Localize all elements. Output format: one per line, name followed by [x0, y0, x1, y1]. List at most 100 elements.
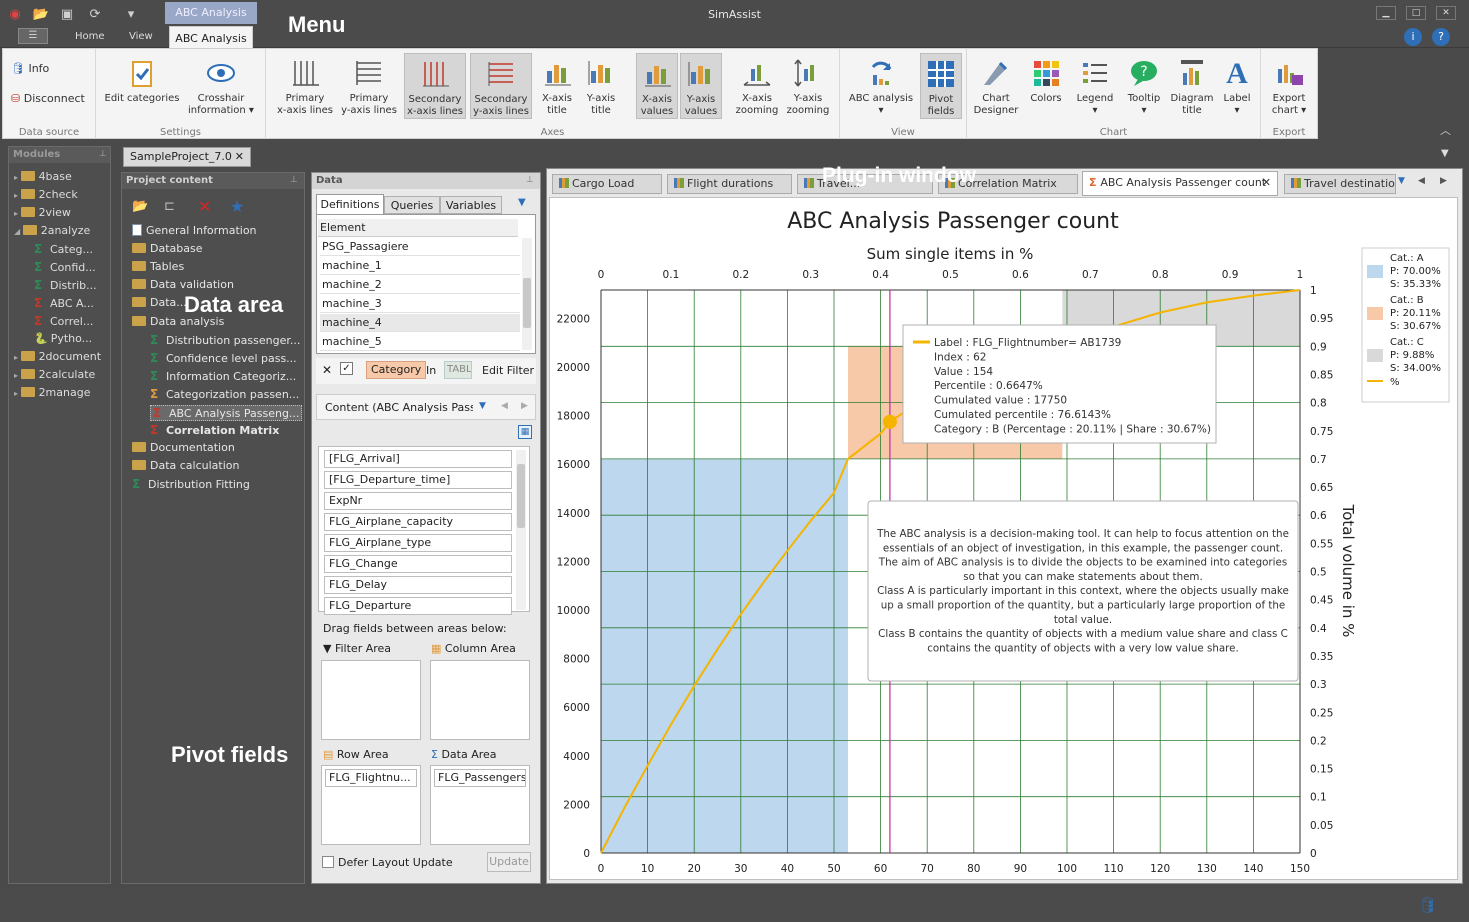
project-tree-item[interactable]: Database — [132, 242, 203, 255]
data-field-chip[interactable]: FLG_Passengers — [434, 769, 526, 787]
expand-arrow-icon[interactable]: ▸ — [14, 371, 21, 380]
pin-icon[interactable]: ⊥ — [526, 175, 534, 185]
document-tab[interactable]: Σ ABC Analysis Passenger count ✕ — [1082, 171, 1278, 196]
pivot-field-item[interactable]: FLG_Change — [324, 555, 512, 573]
tab-view[interactable]: View — [129, 31, 153, 42]
module-item[interactable]: ▸ 2check — [14, 188, 78, 201]
y-axis-zooming-button[interactable]: Y-axis zooming — [784, 53, 832, 119]
prev-icon[interactable]: ◀ — [501, 401, 508, 411]
abc-chart[interactable]: ABC Analysis Passenger count Sum single i… — [550, 198, 1459, 881]
doc-tabs-dropdown-icon[interactable]: ▼ — [1398, 176, 1405, 186]
module-item[interactable]: Σ Distrib... — [34, 278, 97, 292]
module-item[interactable]: Σ Correl... — [34, 314, 93, 328]
project-tree-item[interactable]: Σ Distribution passenger... — [150, 333, 300, 347]
field-scrollbar[interactable] — [516, 450, 526, 610]
database-status-icon[interactable]: 🛢 — [1418, 896, 1437, 914]
data-area-dropzone[interactable]: FLG_Passengers — [430, 765, 530, 845]
filter-category-chip[interactable]: Category — [366, 361, 427, 379]
module-item[interactable]: ▸ 4base — [14, 170, 72, 183]
close-icon[interactable]: ✕ — [1262, 172, 1271, 194]
project-tree-item[interactable]: Data validation — [132, 278, 234, 291]
expand-arrow-icon[interactable]: ▸ — [14, 191, 21, 200]
row-field-chip[interactable]: FLG_Flightnu... — [325, 769, 417, 787]
tab-home[interactable]: Home — [75, 31, 105, 42]
project-tree-item[interactable]: Σ Distribution Fitting — [132, 477, 250, 491]
doc-tabs-next-icon[interactable]: ▶ — [1440, 176, 1447, 186]
project-tree-item[interactable]: Σ ABC Analysis Passeng... — [150, 405, 303, 421]
pivot-field-item[interactable]: [FLG_Arrival] — [324, 450, 512, 468]
project-tree-item[interactable]: Data... — [132, 296, 187, 309]
next-icon[interactable]: ▶ — [521, 401, 528, 411]
close-icon[interactable]: ✕ — [235, 148, 244, 166]
pivot-field-item[interactable]: FLG_Delay — [324, 576, 512, 594]
label-button[interactable]: A Label ▾ — [1217, 53, 1257, 119]
primary-y-axis-lines-button[interactable]: Primary y-axis lines — [338, 53, 400, 119]
tab-abc-analysis[interactable]: ABC Analysis — [169, 26, 253, 49]
tab-variables[interactable]: Variables — [440, 196, 502, 214]
module-item[interactable]: Σ Categ... — [34, 242, 93, 256]
secondary-y-axis-lines-button[interactable]: Secondary y-axis lines — [470, 53, 532, 119]
expand-arrow-icon[interactable]: ▸ — [14, 209, 21, 218]
element-row[interactable]: machine_2 — [320, 276, 520, 294]
y-axis-title-button[interactable]: Y-axis title — [580, 53, 622, 119]
row-area-dropzone[interactable]: FLG_Flightnu... — [321, 765, 421, 845]
expand-arrow-icon[interactable]: ▸ — [14, 173, 21, 182]
element-row[interactable]: machine_4 — [320, 314, 520, 332]
export-chart-button[interactable]: Export chart ▾ — [1265, 53, 1313, 119]
project-tree-item[interactable]: Σ Correlation Matrix — [150, 423, 279, 437]
element-row[interactable]: machine_5 — [320, 333, 520, 351]
diagram-title-button[interactable]: Diagram title — [1169, 53, 1215, 119]
edit-filter-button[interactable]: Edit Filter — [482, 364, 534, 377]
column-area-dropzone[interactable] — [430, 660, 530, 740]
module-item[interactable]: ◢ 2analyze — [14, 224, 90, 237]
module-item[interactable]: ▸ 2document — [14, 350, 101, 363]
filter-enabled-checkbox[interactable]: ✓ — [340, 362, 353, 375]
y-axis-values-button[interactable]: Y-axis values — [680, 53, 722, 119]
content-dropdown-icon[interactable]: ▼ — [479, 401, 486, 411]
module-item[interactable]: ▸ 2calculate — [14, 368, 95, 381]
clear-filter-icon[interactable]: ✕ — [322, 363, 332, 377]
element-row[interactable]: PSG_Passagiere — [320, 238, 520, 256]
maximize-button[interactable]: □ — [1406, 6, 1426, 20]
pin-icon[interactable]: ⊥ — [290, 175, 298, 185]
element-row[interactable]: machine_1 — [320, 257, 520, 275]
open-folder-icon[interactable]: 📂 — [132, 199, 148, 214]
expand-arrow-icon[interactable]: ◢ — [14, 227, 23, 236]
project-tree-item[interactable]: Σ Categorization passen... — [150, 387, 299, 401]
module-item[interactable]: ▸ 2manage — [14, 386, 90, 399]
help-icon[interactable]: ? — [1432, 28, 1450, 46]
close-button[interactable]: ✕ — [1436, 6, 1456, 20]
project-tab[interactable]: SampleProject_7.0 ✕ — [123, 147, 251, 167]
filter-area-dropzone[interactable] — [321, 660, 421, 740]
star-icon[interactable]: ★ — [230, 197, 244, 216]
document-tab[interactable]: Cargo Load — [552, 174, 662, 194]
pivot-field-item[interactable]: FLG_Airplane_capacity — [324, 513, 512, 531]
pivot-field-item[interactable]: [FLG_Departure_time] — [324, 471, 512, 489]
pivot-field-item[interactable]: FLG_Departure — [324, 597, 512, 615]
crosshair-information-button[interactable]: Crosshair information ▾ — [182, 57, 260, 117]
x-axis-title-button[interactable]: X-axis title — [536, 53, 578, 119]
tab-definitions[interactable]: Definitions — [316, 194, 384, 214]
defer-layout-checkbox[interactable] — [322, 856, 334, 868]
edit-categories-button[interactable]: Edit categories — [104, 57, 180, 105]
secondary-x-axis-lines-button[interactable]: Secondary x-axis lines — [404, 53, 466, 119]
module-item[interactable]: Σ Confid... — [34, 260, 96, 274]
tabs-dropdown-icon[interactable]: ▼ — [518, 197, 526, 208]
project-tree-item[interactable]: Documentation — [132, 441, 235, 454]
project-tree-item[interactable]: Σ Confidence level pass... — [150, 351, 297, 365]
element-scrollbar[interactable] — [522, 238, 532, 350]
expand-arrow-icon[interactable]: ▸ — [14, 353, 21, 362]
info-button[interactable]: 🛢 Info — [11, 63, 49, 75]
element-row[interactable]: machine_3 — [320, 295, 520, 313]
project-tree-item[interactable]: General Information — [132, 224, 257, 237]
pin-icon[interactable]: ⊥ — [99, 149, 107, 159]
tab-dropdown-icon[interactable]: ▼ — [1441, 148, 1449, 159]
collapse-ribbon-icon[interactable]: ︿ — [1440, 122, 1451, 138]
primary-x-axis-lines-button[interactable]: Primary x-axis lines — [274, 53, 336, 119]
legend-button[interactable]: Legend ▾ — [1071, 53, 1119, 119]
scrollbar-thumb[interactable] — [523, 278, 531, 328]
file-menu-button[interactable]: ☰ — [18, 28, 48, 44]
doc-tabs-prev-icon[interactable]: ◀ — [1418, 176, 1425, 186]
expand-arrow-icon[interactable]: ▸ — [14, 389, 21, 398]
project-tree-item[interactable]: Data calculation — [132, 459, 240, 472]
